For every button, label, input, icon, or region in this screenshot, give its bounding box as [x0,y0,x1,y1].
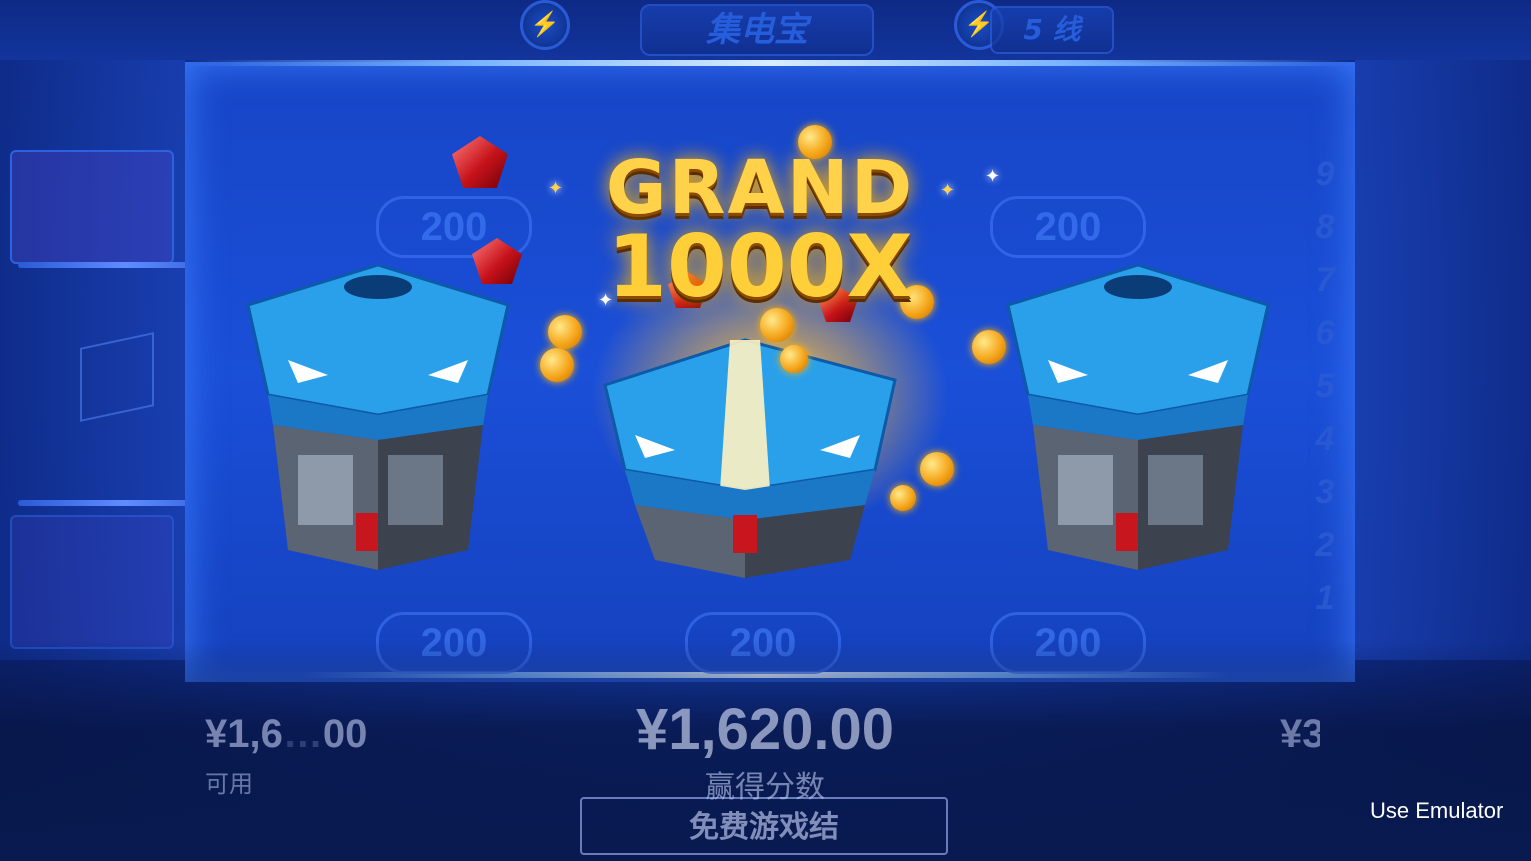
lower-panel [10,515,174,649]
line-number: 7 [1315,261,1335,299]
right-side-panel [1355,60,1531,660]
sparkle-icon: ✦ [985,166,1001,186]
circuit-panel [10,150,174,264]
board-glow-top [185,60,1355,66]
line-number: 5 [1315,367,1335,405]
use-emulator-link[interactable]: Use Emulator [1370,798,1503,824]
treasure-chest-right [1006,265,1270,570]
gold-coin-icon [920,452,954,486]
gold-coin-icon [780,345,808,373]
line-number: 6 [1315,314,1335,352]
line-number: 2 [1315,526,1335,564]
line-number: 4 [1315,420,1335,458]
win-amount: ¥1,620.00 [635,697,895,762]
line-number: 3 [1315,473,1335,511]
line-number: 8 [1315,208,1335,246]
grand-win-banner: GRAND 1000X [560,148,960,312]
treasure-chest-center [603,338,897,578]
line-number: 1 [1315,579,1335,617]
gold-coin-icon [972,330,1006,364]
bet-amount: ¥3 [1280,712,1320,756]
balance-amount: ¥1,6…00 [205,712,368,756]
cube-icon [80,332,154,422]
free-game-end-button[interactable]: 免费游戏结 [580,797,948,855]
gold-coin-icon [548,315,582,349]
lightning-icon: ⚡ [520,0,570,50]
gold-coin-icon [540,348,574,382]
grand-title: GRAND [605,145,915,231]
multiplier-text: 1000X [607,217,913,317]
treasure-chest-left [246,265,510,570]
game-title: 集电宝 [640,4,874,56]
reel-bet-label: 200 [990,196,1146,258]
balance-label: 可用 [205,771,253,798]
gold-coin-icon [890,485,916,511]
line-number: 9 [1315,155,1335,193]
lines-indicator: 5 线 [990,6,1114,54]
